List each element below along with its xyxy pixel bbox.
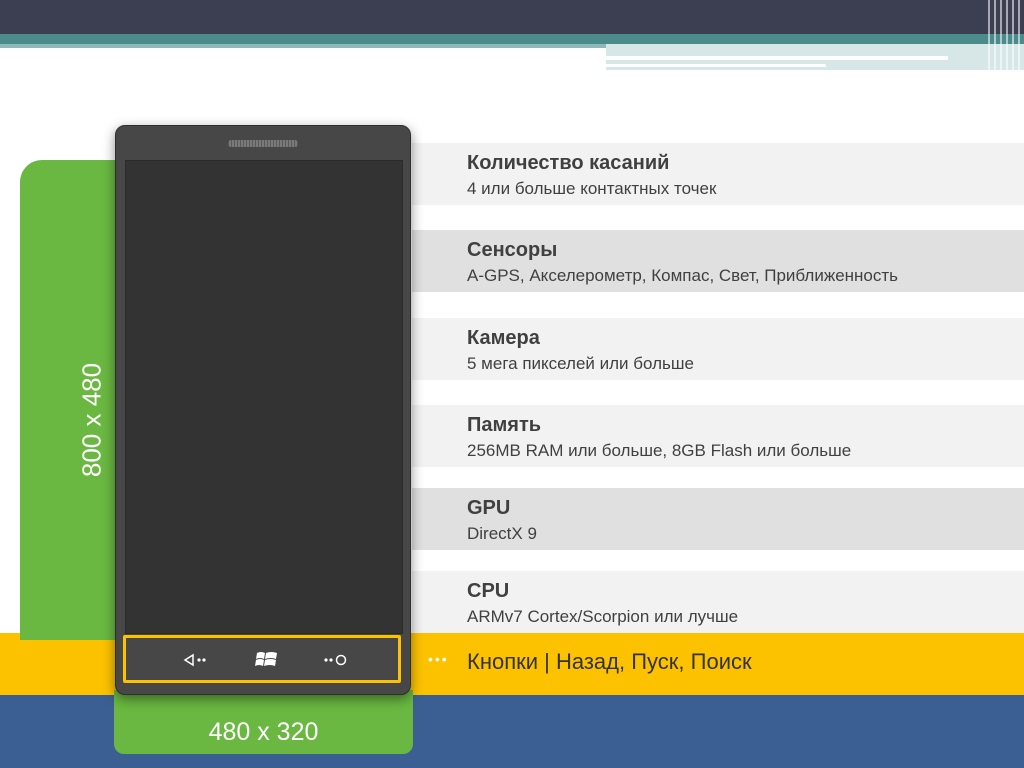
spec-value: 4 или больше контактных точек [467,179,717,198]
spec-row-gpu: GPU DirectX 9 [412,488,1024,550]
spec-row-touch: Количество касаний 4 или больше контактн… [412,143,1024,205]
back-arrow-icon [183,653,209,673]
spec-value: 256MB RAM или больше, 8GB Flash или боль… [467,441,852,460]
header-dark-band [0,0,1024,34]
phone-screen [125,160,403,634]
search-icon [323,654,351,673]
width-dimension-label: 480 x 320 [208,718,319,746]
spec-value: 5 мега пикселей или больше [467,354,694,373]
spec-title: GPU [467,497,511,519]
spec-title: CPU [467,580,510,602]
phone-device [115,125,411,695]
spec-row-cpu: CPU ARMv7 Cortex/Scorpion или лучше [412,571,1024,633]
spec-row-memory: Память 256MB RAM или больше, 8GB Flash и… [412,405,1024,467]
back-button[interactable] [183,650,209,670]
spec-title: Память [467,414,542,436]
search-button[interactable] [323,650,351,670]
spec-title: Количество касаний [467,152,670,174]
spec-title: Сенсоры [467,239,558,261]
spec-row-camera: Камера 5 мега пикселей или больше [412,318,1024,380]
header-stripes [988,0,1024,70]
start-button[interactable] [254,648,280,668]
speaker-grille [228,140,298,147]
header-decoration-line-short [606,64,826,67]
height-dimension-panel [20,160,130,640]
height-dimension-label: 800 x 480 [76,362,107,478]
spec-row-sensors: Сенсоры A-GPS, Акселерометр, Компас, Све… [412,230,1024,292]
spec-value: DirectX 9 [467,524,537,543]
windows-logo-icon [254,652,280,675]
hardware-buttons-bar [123,635,401,683]
spec-title: Камера [467,327,540,349]
spec-value: A-GPS, Акселерометр, Компас, Свет, Прибл… [467,266,899,285]
dots-icon: ••• [428,651,449,667]
buttons-description: Кнопки | Назад, Пуск, Поиск [467,649,752,674]
spec-value: ARMv7 Cortex/Scorpion или лучше [467,607,739,626]
header-teal-band [0,34,1024,44]
header-decoration-line [606,56,948,60]
